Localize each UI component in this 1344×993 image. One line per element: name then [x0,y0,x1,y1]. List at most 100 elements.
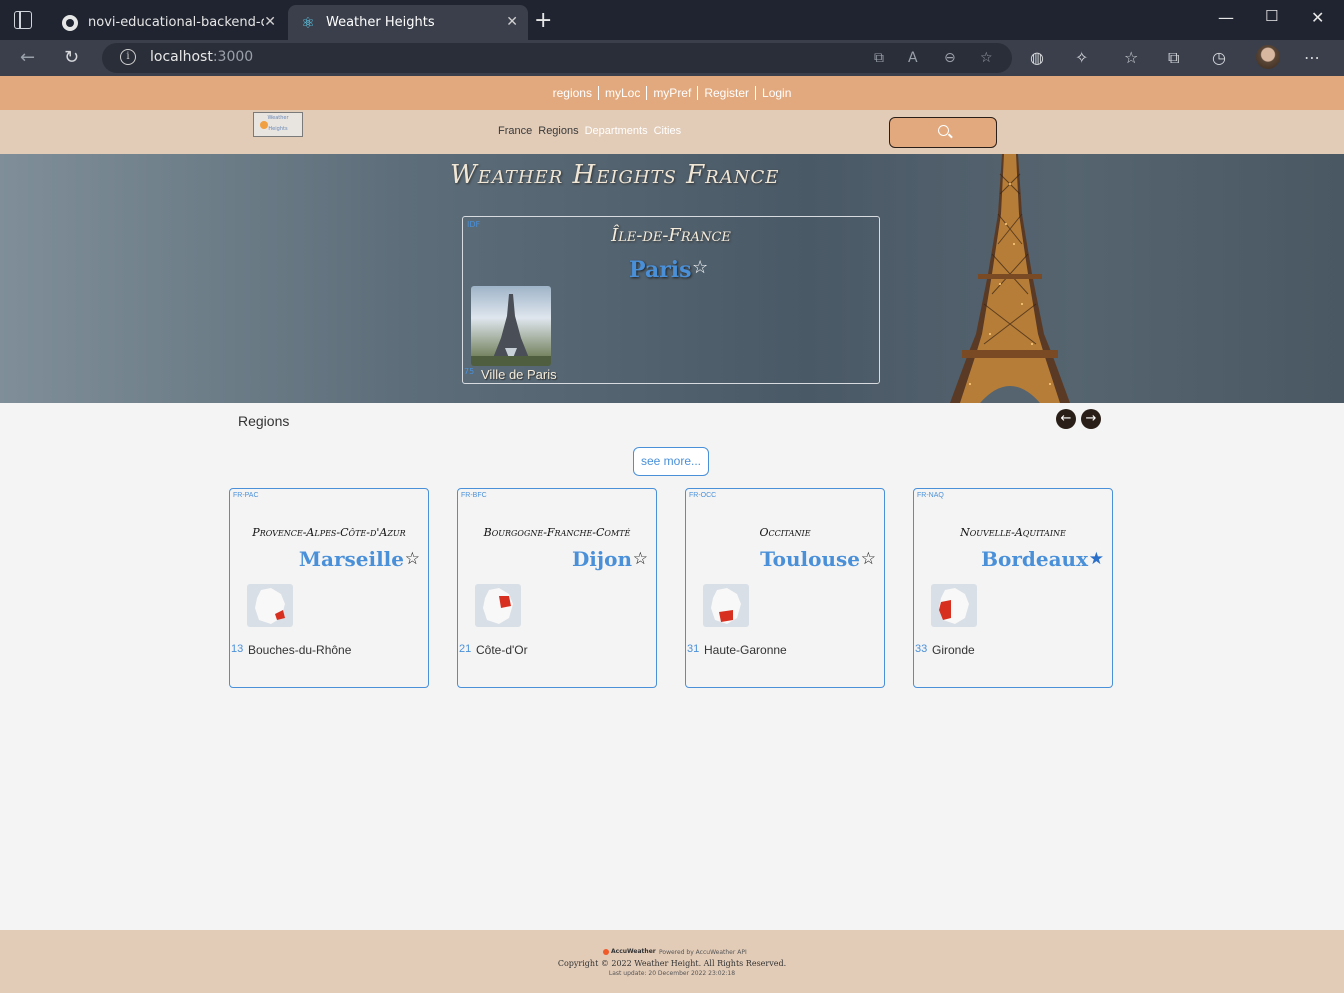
favorite-star-icon[interactable]: ☆ [692,257,708,278]
history-icon[interactable]: ◷ [1212,48,1226,67]
hero-title: Weather Heights France [450,160,780,190]
featured-city-card[interactable]: IDF Île-de-France Paris ☆ 75 Ville de Pa… [462,216,880,384]
hero-banner: Weather Heights France IDF Île-de-France… [0,154,1344,403]
department-name: Haute-Garonne [704,643,787,657]
url-text: localhost:3000 [150,49,254,65]
page: regions myLoc myPref Register Login Weat… [0,76,1344,993]
github-icon [62,14,78,31]
profile-avatar[interactable] [1256,45,1280,69]
search-icon [938,125,949,136]
france-map-icon [711,588,741,624]
tab-weather-heights[interactable]: ⚛ Weather Heights ✕ [288,5,528,40]
region-code: FR-PAC [233,492,259,499]
nav-departments-link[interactable]: Departments [585,125,648,137]
site-logo[interactable]: Weather Heights [253,112,303,137]
city-name[interactable]: Paris [629,257,692,283]
city-name[interactable]: Marseille [299,547,404,571]
nav-cities-link[interactable]: Cities [654,125,682,137]
department-number: 31 [687,643,700,655]
region-name: Bourgogne-Franche-Comté [483,526,631,539]
top-nav: regions myLoc myPref Register Login [0,76,1344,110]
tab-title: novi-educational-backend-docum [88,15,264,30]
accuweather-logo[interactable]: AccuWeather [603,948,656,955]
nav-regions-link[interactable]: Regions [538,125,578,137]
tab-novi[interactable]: novi-educational-backend-docum ✕ [50,5,286,40]
tab-title: Weather Heights [326,15,435,30]
last-update-text: Last update: 20 December 2022 23:02:18 [608,970,736,977]
browser-toolbar: ← ↻ i localhost:3000 ⧉ A ⊖ ☆ ◍ ✧ ☆ ⧉ ◷ ⋯ [0,40,1344,76]
read-aloud-icon[interactable]: A [908,50,918,66]
city-name[interactable]: Bordeaux [981,547,1088,571]
sun-icon [260,121,268,129]
extension-globe-icon[interactable]: ◍ [1030,48,1044,67]
nav-regions-link[interactable]: regions [547,86,599,100]
regions-heading: Regions [238,413,290,429]
footer: AccuWeather Powered by AccuWeather API C… [0,930,1344,993]
main-nav-links: France Regions Departments Cities [498,125,681,137]
favorite-star-filled-icon[interactable]: ★ [1089,549,1104,569]
region-map-image [247,584,293,627]
react-icon: ⚛ [301,13,315,32]
reload-icon[interactable]: ↻ [64,47,79,68]
nav-register-link[interactable]: Register [698,86,757,100]
see-more-button[interactable]: see more... [633,447,709,476]
france-map-icon [939,588,969,624]
arrow-left-icon[interactable]: ← [1056,409,1076,429]
department-name: Bouches-du-Rhône [248,643,352,657]
maximize-icon[interactable]: ☐ [1265,7,1278,25]
close-icon[interactable]: ✕ [506,14,518,30]
region-card-pac[interactable]: FR-PAC Provence-Alpes-Côte-d'Azur Marsei… [229,488,429,688]
eiffel-photo-image [471,294,551,366]
region-name: Occitanie [759,526,811,539]
nav-login-link[interactable]: Login [756,86,797,100]
address-bar[interactable]: i localhost:3000 ⧉ A ⊖ ☆ [102,43,1012,73]
zoom-icon[interactable]: ⊖ [944,50,956,66]
region-code: FR-OCC [689,492,717,499]
region-name: Provence-Alpes-Côte-d'Azur [252,526,406,539]
extensions-icon[interactable]: ✧ [1075,48,1088,67]
region-card-occ[interactable]: FR-OCC Occitanie Toulouse ☆ 31 Haute-Gar… [685,488,885,688]
region-map-image [703,584,749,627]
open-in-app-icon[interactable]: ⧉ [874,50,884,66]
nav-myloc-link[interactable]: myLoc [599,86,648,100]
browser-titlebar: novi-educational-backend-docum ✕ ⚛ Weath… [0,0,1344,40]
department-name: Côte-d'Or [476,643,528,657]
france-map-icon [255,588,285,624]
tab-actions-icon[interactable] [14,11,32,29]
arrow-right-icon[interactable]: → [1081,409,1101,429]
city-name[interactable]: Dijon [572,547,632,571]
nav-france-link[interactable]: France [498,125,532,137]
region-code: FR-BFC [461,492,487,499]
nav-mypref-link[interactable]: myPref [647,86,699,100]
region-card-naq[interactable]: FR-NAQ Nouvelle-Aquitaine Bordeaux ★ 33 … [913,488,1113,688]
favorite-star-icon[interactable]: ☆ [633,549,648,569]
search-button[interactable] [889,117,997,148]
main-nav: Weather Heights France Regions Departmen… [0,110,1344,154]
region-name: Île-de-France [611,225,731,246]
department-number: 21 [459,643,472,655]
region-map-image [475,584,521,627]
collections-icon[interactable]: ⧉ [1168,48,1179,68]
new-tab-icon[interactable]: + [534,8,552,33]
eiffel-tower-image [950,154,1070,403]
info-icon[interactable]: i [120,49,136,65]
favorites-icon[interactable]: ☆ [1124,48,1138,67]
window-close-icon[interactable]: ✕ [1311,8,1324,27]
close-icon[interactable]: ✕ [264,14,276,30]
more-icon[interactable]: ⋯ [1304,48,1320,67]
favorite-add-icon[interactable]: ☆ [980,50,993,66]
favorite-star-icon[interactable]: ☆ [861,549,876,569]
region-map-image [931,584,977,627]
department-name: Gironde [932,643,975,657]
region-card-bfc[interactable]: FR-BFC Bourgogne-Franche-Comté Dijon ☆ 2… [457,488,657,688]
france-map-icon [483,588,513,624]
department-number: 75 [464,367,475,376]
department-number: 33 [915,643,928,655]
favorite-star-icon[interactable]: ☆ [405,549,420,569]
region-code: FR-NAQ [917,492,944,499]
department-name: Ville de Paris [481,367,557,382]
back-icon[interactable]: ← [20,47,35,68]
city-name[interactable]: Toulouse [760,547,860,571]
region-name: Nouvelle-Aquitaine [960,526,1066,539]
minimize-icon[interactable]: — [1218,8,1234,27]
